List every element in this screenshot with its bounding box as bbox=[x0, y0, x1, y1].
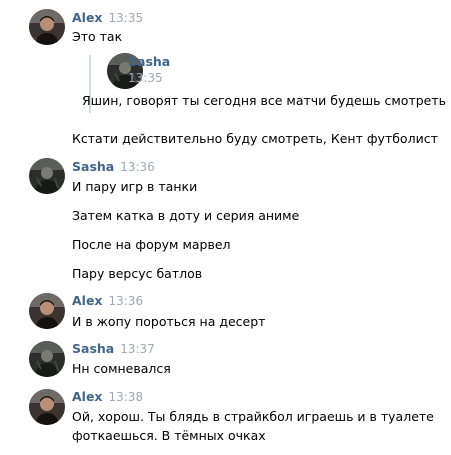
message-text: И пару игр в танки bbox=[72, 179, 198, 194]
forward-author-name[interactable]: Sasha bbox=[128, 54, 170, 69]
avatar-alex[interactable] bbox=[29, 293, 65, 329]
author-name[interactable]: Alex 13:38 bbox=[72, 389, 143, 404]
message-text: Это так bbox=[72, 29, 123, 44]
message-alex-1: Alex 13:35 Это так Sasha 13:35 Яшин, гово… bbox=[0, 0, 451, 150]
message-time[interactable]: 13:36 bbox=[120, 160, 155, 174]
author-name[interactable]: Alex 13:36 bbox=[72, 293, 143, 308]
message-sasha-1: Sasha 13:36 И пару игр в танки Затем катк… bbox=[0, 150, 451, 290]
message-alex-3: Alex 13:38 Ой, хорош. Ты блядь в страйкбо… bbox=[0, 386, 451, 455]
message-time[interactable]: 13:38 bbox=[109, 390, 144, 404]
forward-text: Яшин, говорят ты сегодня все матчи будеш… bbox=[82, 93, 446, 108]
avatar-alex[interactable] bbox=[29, 389, 65, 425]
message-text: фоткаешься. В тёмных очках bbox=[72, 428, 266, 443]
message-text: После на форум марвел bbox=[72, 237, 231, 252]
message-time[interactable]: 13:36 bbox=[109, 294, 144, 308]
message-text: Ой, хорош. Ты блядь в страйкбол играешь … bbox=[72, 409, 434, 424]
message-text: Затем катка в доту и серия аниме bbox=[72, 208, 300, 223]
message-text: Пару версус батлов bbox=[72, 266, 203, 281]
message-text: Кстати действительно буду смотреть, Кент… bbox=[72, 131, 438, 146]
author-name[interactable]: Sasha 13:37 bbox=[72, 341, 155, 356]
message-sasha-2: Sasha 13:37 Нн сомневался bbox=[0, 338, 451, 386]
avatar-sasha[interactable] bbox=[29, 158, 65, 194]
author-name[interactable]: Alex 13:35 bbox=[72, 10, 143, 25]
avatar-sasha[interactable] bbox=[29, 341, 65, 377]
message-time[interactable]: 13:35 bbox=[109, 11, 144, 25]
message-text: И в жопу пороться на десерт bbox=[72, 314, 266, 329]
message-alex-2: Alex 13:36 И в жопу пороться на десерт bbox=[0, 290, 451, 338]
message-text: Нн сомневался bbox=[72, 361, 171, 376]
forward-time: 13:35 bbox=[128, 71, 163, 85]
author-name[interactable]: Sasha 13:36 bbox=[72, 159, 155, 174]
avatar-alex[interactable] bbox=[29, 9, 65, 45]
message-time[interactable]: 13:37 bbox=[120, 342, 155, 356]
